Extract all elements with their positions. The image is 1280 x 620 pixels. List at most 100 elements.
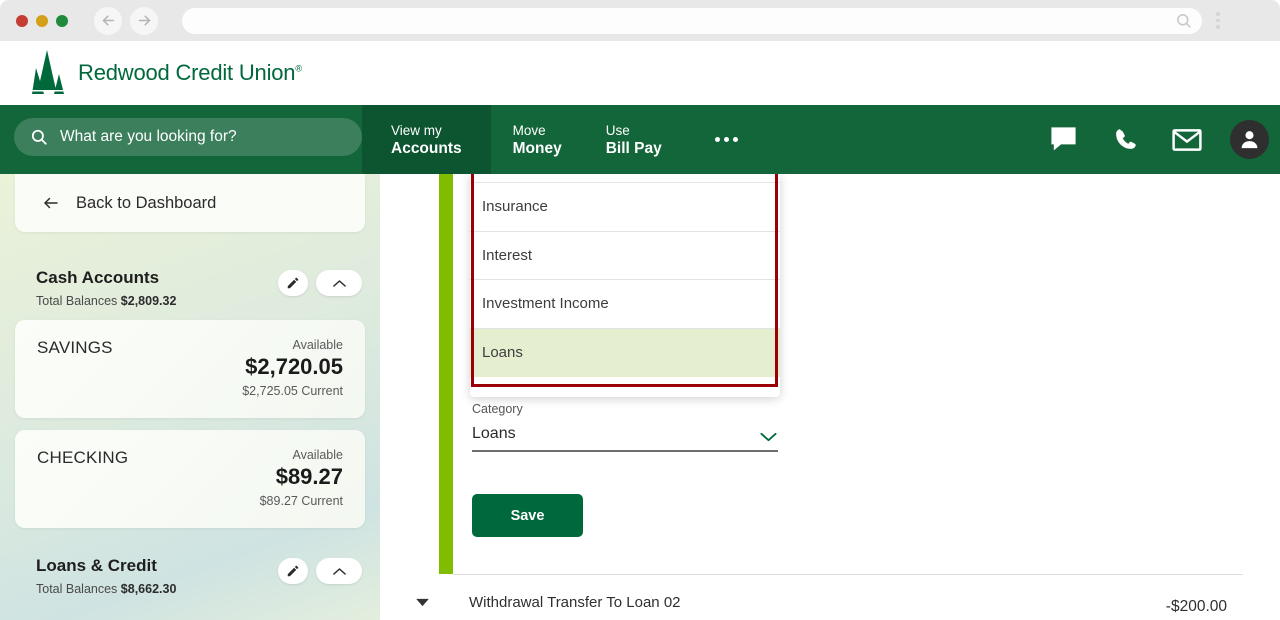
available-label: Available [292, 448, 343, 462]
search-input[interactable]: What are you looking for? [14, 118, 362, 156]
chat-icon [1050, 127, 1076, 151]
transaction-description: Withdrawal Transfer To Loan 02 [469, 593, 681, 611]
category-select-row[interactable]: Loans [472, 425, 778, 452]
available-amount: $89.27 [275, 464, 343, 489]
window-traffic-lights [16, 14, 68, 27]
nav-tab-line1: Move [512, 122, 546, 138]
transaction-divider [453, 574, 1243, 575]
loans-credit-totals: Total Balances $8,662.30 [36, 582, 176, 596]
cash-accounts-totals-label: Total Balances [36, 294, 118, 308]
save-button[interactable]: Save [472, 494, 583, 537]
arrow-left-icon [44, 197, 58, 209]
edit-cash-accounts-button[interactable] [278, 270, 308, 296]
accent-bar [439, 174, 453, 574]
main-content: Insurance Interest Investment Income Loa… [380, 174, 1280, 620]
nav-tab-line2: Accounts [391, 139, 462, 157]
current-balance: $2,725.05 Current [242, 384, 343, 398]
accounts-sidebar: Back to Dashboard Cash Accounts Total Ba… [0, 174, 380, 620]
account-name: CHECKING [37, 448, 129, 467]
nav-tab-line1: View my [391, 122, 442, 138]
chevron-down-icon [416, 598, 429, 606]
dropdown-option-label: Interest [482, 246, 533, 264]
nav-tab-use-bill-pay[interactable]: Use Bill Pay [584, 105, 684, 174]
category-dropdown-list[interactable]: Insurance Interest Investment Income Loa… [470, 174, 780, 397]
redwood-tree-logo [32, 50, 66, 94]
brand-header: Redwood Credit Union® [0, 41, 1280, 105]
pencil-icon [287, 277, 299, 289]
avatar [1229, 120, 1269, 159]
address-bar[interactable] [182, 7, 1202, 34]
nav-tab-line2: Money [512, 139, 562, 157]
collapse-cash-accounts-button[interactable] [316, 270, 362, 296]
transaction-row[interactable]: Withdrawal Transfer To Loan 02 -$200.00 [380, 582, 1280, 620]
kebab-menu-icon[interactable] [1216, 12, 1220, 29]
dropdown-option-label: Investment Income [482, 295, 609, 313]
nav-tab-line1: Use [605, 122, 630, 138]
loans-credit-title: Loans & Credit [36, 556, 157, 575]
nav-profile-button[interactable] [1218, 105, 1280, 174]
back-to-dashboard-label: Back to Dashboard [76, 193, 217, 212]
cash-accounts-totals-value: $2,809.32 [120, 294, 177, 308]
dropdown-tail [470, 377, 780, 397]
ellipsis-icon [715, 137, 739, 142]
nav-phone-button[interactable] [1094, 105, 1156, 174]
loans-credit-section-header: Loans & Credit Total Balances $8,662.30 [0, 556, 380, 596]
nav-tab-move-money[interactable]: Move Money [491, 105, 584, 174]
current-balance: $89.27 Current [259, 494, 343, 508]
nav-more-button[interactable] [684, 105, 770, 174]
available-amount: $2,720.05 [245, 354, 343, 379]
collapse-loans-credit-button[interactable] [316, 558, 362, 584]
account-balances: Available $2,720.05 $2,725.05 Current [242, 338, 343, 418]
chevron-up-icon [332, 279, 346, 287]
brand-trademark: ® [295, 63, 302, 74]
brand-name: Redwood Credit Union® [78, 60, 302, 86]
back-to-dashboard-button[interactable]: Back to Dashboard [15, 174, 365, 232]
search-icon [31, 129, 47, 145]
category-select[interactable]: Category Loans [472, 402, 778, 452]
arrow-left-icon [102, 15, 114, 26]
phone-icon [1115, 129, 1136, 149]
arrow-right-icon [138, 15, 150, 26]
category-label: Category [472, 402, 523, 416]
mail-icon [1172, 128, 1202, 151]
search-icon [1177, 14, 1191, 28]
edit-loans-credit-button[interactable] [278, 558, 308, 584]
dropdown-option-insurance[interactable]: Insurance [470, 183, 780, 232]
available-label: Available [292, 338, 343, 352]
brand-logo-link[interactable]: Redwood Credit Union® [32, 50, 302, 96]
account-card-checking[interactable]: CHECKING Available $89.27 $89.27 Current [15, 430, 365, 528]
brand-name-text: Redwood Credit Union [78, 60, 296, 85]
dropdown-option-loans[interactable]: Loans [470, 328, 780, 377]
category-selected-value: Loans [472, 425, 516, 442]
transaction-amount: -$200.00 [1165, 598, 1227, 615]
loans-credit-actions [278, 558, 362, 584]
browser-nav-arrows [94, 6, 158, 35]
dropdown-option-investment-income[interactable]: Investment Income [470, 280, 780, 329]
dropdown-option-label: Loans [482, 344, 523, 362]
search-placeholder: What are you looking for? [60, 128, 237, 145]
chevron-down-icon[interactable] [759, 431, 778, 443]
nav-tab-line2: Bill Pay [605, 139, 662, 157]
minimize-window-button[interactable] [36, 14, 48, 27]
cash-accounts-title: Cash Accounts [36, 268, 160, 287]
dropdown-option-interest[interactable]: Interest [470, 232, 780, 280]
cash-accounts-actions [278, 270, 362, 296]
nav-tab-view-my-accounts[interactable]: View my Accounts [362, 105, 491, 174]
account-balances: Available $89.27 $89.27 Current [260, 448, 343, 528]
forward-button[interactable] [130, 6, 158, 35]
chevron-up-icon [332, 567, 346, 575]
primary-navigation: What are you looking for? View my Accoun… [0, 105, 1280, 174]
dropdown-partial-item [470, 174, 780, 183]
account-card-savings[interactable]: SAVINGS Available $2,720.05 $2,725.05 Cu… [15, 320, 365, 418]
dropdown-option-label: Insurance [482, 198, 548, 216]
nav-chat-button[interactable] [1032, 105, 1094, 174]
account-name: SAVINGS [37, 338, 113, 357]
user-avatar-icon [1241, 131, 1257, 149]
back-button[interactable] [94, 6, 122, 35]
nav-mail-button[interactable] [1156, 105, 1218, 174]
loans-credit-totals-value: $8,662.30 [120, 582, 177, 596]
expand-transaction-button[interactable] [405, 598, 440, 607]
maximize-window-button[interactable] [56, 14, 68, 27]
close-window-button[interactable] [16, 14, 28, 27]
